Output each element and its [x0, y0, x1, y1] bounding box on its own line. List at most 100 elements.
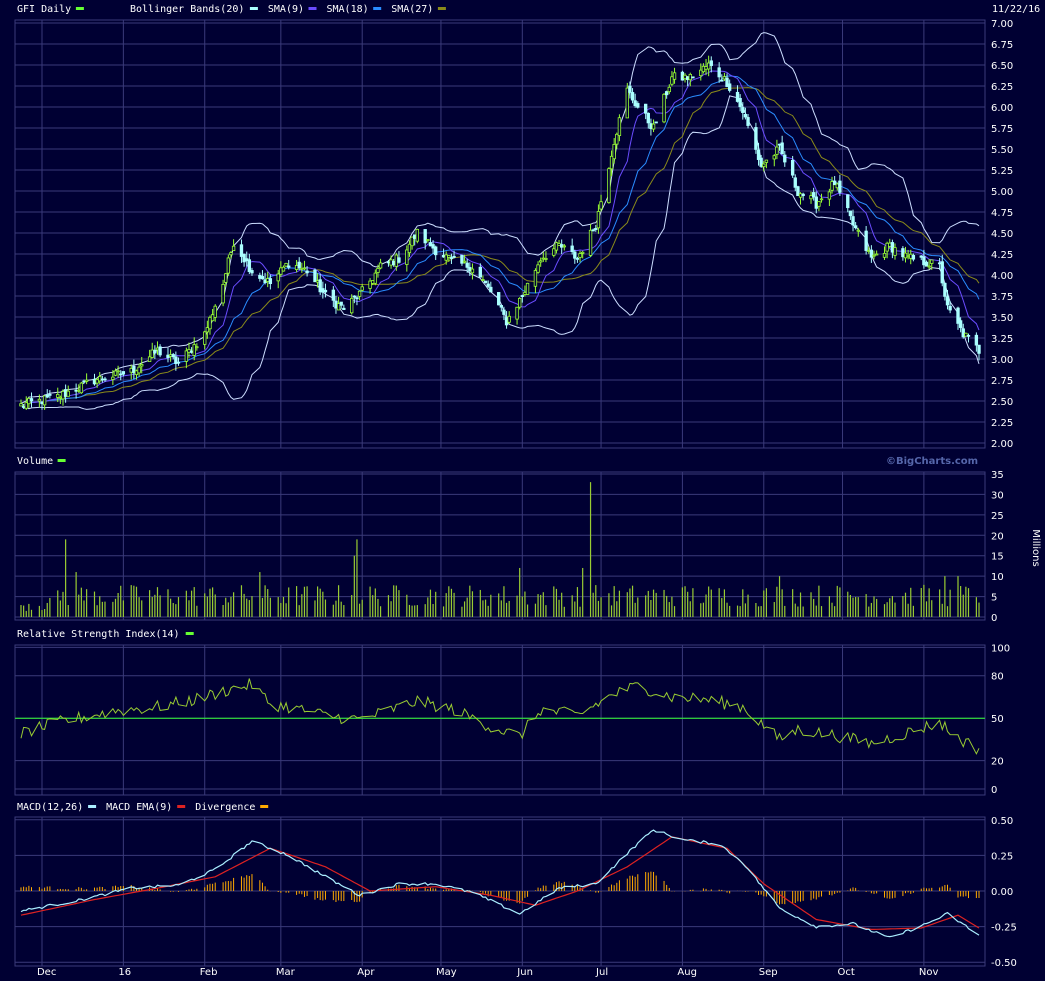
- price-candle-body: [77, 389, 81, 392]
- price-candle-body: [956, 307, 960, 324]
- price-candle-body: [775, 146, 779, 155]
- price-candle-body: [575, 257, 580, 260]
- price-candle-body: [977, 344, 981, 354]
- price-candle-body: [150, 349, 154, 358]
- price-candle-body: [305, 270, 309, 274]
- stock-chart: 7.00 6.75 6.50 6.25 6.00 5.75 5.50 5.25 5.00 4.75…: [0, 0, 1045, 981]
- price-candle-body: [783, 154, 787, 163]
- price-candle-body: [489, 286, 493, 293]
- price-candle-body: [213, 305, 217, 318]
- price-candle-body: [966, 334, 971, 337]
- price-candle-body: [906, 255, 910, 258]
- x-tick-Dec: Dec: [37, 967, 56, 978]
- price-candle-body: [790, 159, 795, 176]
- price-candle-body: [588, 229, 593, 256]
- price-candle-body: [662, 93, 666, 123]
- price-candle-body: [672, 72, 677, 80]
- price-candle-body: [279, 267, 283, 275]
- price-candle-body: [704, 66, 708, 70]
- price-candle-body: [670, 76, 674, 85]
- price-candle-body: [82, 380, 86, 383]
- price-candle-body: [37, 398, 42, 402]
- macd-tick-4: -0.50: [991, 958, 1017, 969]
- price-candle-body: [772, 155, 776, 160]
- x-tick-Mar: Mar: [276, 967, 296, 978]
- price-candle-body: [221, 284, 225, 304]
- price-candle-body: [287, 265, 291, 268]
- price-candle-body: [552, 248, 556, 256]
- price-candle-body: [465, 262, 469, 268]
- price-candle-body: [176, 361, 181, 364]
- price-candle-body: [882, 252, 887, 258]
- price-candle-body: [302, 267, 307, 270]
- price-candle-body: [58, 396, 63, 399]
- price-candle-body: [95, 379, 99, 384]
- price-candle-body: [79, 382, 84, 394]
- price-tick-13: 3.75: [991, 292, 1013, 303]
- price-candle-body: [615, 133, 619, 145]
- price-candle-body: [937, 262, 942, 265]
- price-candle-body: [680, 71, 685, 81]
- price-candle-body: [746, 117, 750, 126]
- volume-tick-1: 30: [991, 490, 1004, 501]
- rsi-tick-0: 100: [991, 643, 1010, 654]
- price-candle-body: [460, 254, 464, 264]
- price-candle-body: [578, 253, 582, 258]
- price-candle-body: [649, 123, 653, 129]
- price-tick-20: 2.00: [991, 439, 1013, 450]
- price-a-legend-swatch-0: [75, 7, 84, 10]
- price-candle-body: [793, 177, 797, 188]
- price-candle-body: [864, 230, 868, 251]
- price-candle-body: [885, 242, 889, 252]
- price-candle-body: [134, 370, 139, 375]
- price-candle-body: [651, 123, 656, 130]
- price-candle-body: [376, 268, 380, 273]
- price-tick-16: 3.00: [991, 355, 1013, 366]
- price-tick-14: 3.50: [991, 313, 1013, 324]
- price-candle-body: [919, 255, 923, 258]
- price-candle-body: [373, 272, 378, 284]
- chart-date: 11/22/16: [992, 4, 1040, 15]
- price-candle-body: [507, 315, 511, 323]
- price-candle-body: [155, 347, 160, 351]
- price-a-legend-label-0: GFI Daily: [17, 4, 71, 15]
- price-candle-body: [208, 316, 212, 330]
- price-candle-body: [336, 303, 341, 311]
- price-candle-body: [927, 265, 931, 268]
- volume-tick-2: 25: [991, 511, 1004, 522]
- price-tick-9: 4.75: [991, 208, 1013, 219]
- price-candle-body: [525, 282, 530, 295]
- price-candle-body: [872, 254, 876, 257]
- price-candle-body: [276, 273, 280, 282]
- price-candle-body: [21, 406, 26, 408]
- price-candle-body: [74, 389, 78, 392]
- price-candle-body: [801, 193, 805, 197]
- price-candle-body: [664, 91, 669, 96]
- price-candle-body: [355, 297, 359, 300]
- price-candle-body: [449, 257, 454, 259]
- price-candle-body: [848, 210, 853, 217]
- price-candle-body: [811, 192, 816, 198]
- volume-legend-swatch-0: [57, 459, 66, 462]
- price-candle-body: [798, 193, 803, 198]
- price-candle-body: [392, 260, 396, 266]
- price-candle-body: [195, 346, 199, 349]
- price-tick-11: 4.25: [991, 250, 1013, 261]
- price-candle-body: [350, 297, 354, 314]
- rsi-tick-2: 50: [991, 714, 1004, 725]
- price-candle-body: [268, 278, 273, 285]
- price-candle-body: [334, 300, 338, 309]
- price-candle-body: [357, 290, 362, 297]
- price-candle-body: [447, 255, 451, 258]
- volume-tick-7: 0: [991, 613, 997, 624]
- x-tick-Nov: Nov: [919, 967, 939, 978]
- price-candle-body: [580, 251, 585, 254]
- macd-legend-label-2: Divergence: [195, 802, 255, 813]
- price-candle-body: [599, 201, 603, 210]
- price-tick-15: 3.25: [991, 334, 1013, 345]
- price-candle-body: [930, 259, 934, 264]
- price-candle-body: [318, 279, 322, 293]
- price-candle-body: [654, 121, 658, 124]
- price-candle-body: [636, 103, 640, 108]
- price-b-legend-swatch-2: [373, 7, 382, 10]
